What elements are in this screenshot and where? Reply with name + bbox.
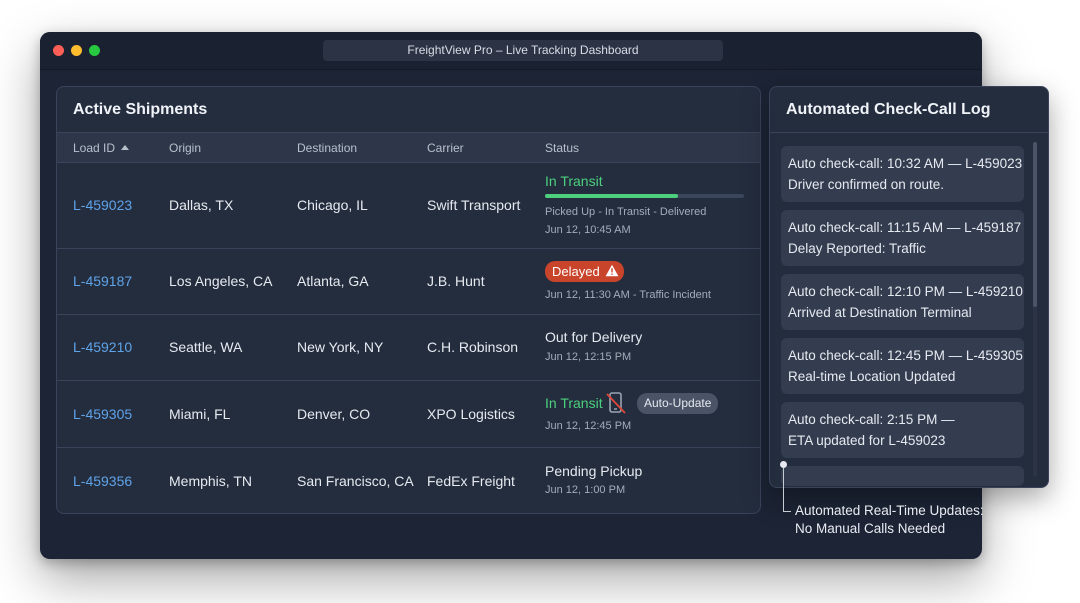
sort-ascending-icon: [121, 145, 130, 150]
callout-heading: Automated Real-Time Updates:: [795, 503, 984, 518]
destination-cell: Atlanta, GA: [297, 273, 369, 289]
table-row[interactable]: L-459023 Dallas, TX Chicago, IL Swift Tr…: [57, 162, 760, 249]
status-timestamp: Jun 12, 10:45 AM: [545, 224, 631, 236]
log-entry[interactable]: Auto check-call: 12:45 PM — L-459305 Rea…: [781, 338, 1024, 394]
status-in-transit: In Transit: [545, 173, 603, 189]
column-header-origin[interactable]: Origin: [169, 141, 201, 155]
route-progress-fill: [545, 194, 679, 198]
log-entry-detail: Arrived at Destination Terminal: [788, 305, 972, 320]
log-entry-detail: Driver confirmed on route.: [788, 177, 945, 192]
destination-cell: Denver, CO: [297, 406, 371, 422]
title-bar: FreightView Pro – Live Tracking Dashboar…: [40, 32, 982, 70]
check-call-log-title: Automated Check-Call Log: [786, 101, 991, 118]
auto-update-badge: Auto-Update: [637, 393, 719, 414]
carrier-cell: J.B. Hunt: [427, 273, 485, 289]
load-id-link[interactable]: L-459210: [73, 339, 132, 355]
origin-cell: Seattle, WA: [169, 339, 243, 355]
column-header-status[interactable]: Status: [545, 141, 579, 155]
callout-line: [783, 511, 791, 512]
status-delayed-badge: Delayed: [545, 261, 624, 282]
table-row[interactable]: L-459210 Seattle, WA New York, NY C.H. R…: [57, 315, 760, 381]
log-entry[interactable]: [781, 466, 1024, 486]
check-call-log-panel: Automated Check-Call Log Auto check-call…: [769, 86, 1049, 488]
status-timestamp: Jun 12, 1:00 PM: [545, 484, 626, 496]
callout-line: [783, 468, 784, 512]
route-progress-bar: [545, 194, 744, 198]
window-title: FreightView Pro – Live Tracking Dashboar…: [323, 40, 723, 61]
log-entry[interactable]: Auto check-call: 12:10 PM — L-459210 Arr…: [781, 274, 1024, 330]
warning-triangle-icon: [605, 264, 619, 277]
column-header-load-id[interactable]: Load ID: [73, 141, 130, 155]
log-entry-heading: Auto check-call: 10:32 AM — L-459023: [788, 156, 1023, 171]
status-timestamp: Jun 12, 11:30 AM - Traffic Incident: [545, 289, 711, 301]
column-header-carrier[interactable]: Carrier: [427, 141, 464, 155]
maximize-window-button[interactable]: [89, 45, 100, 56]
destination-cell: New York, NY: [297, 339, 384, 355]
load-id-link[interactable]: L-459023: [73, 197, 132, 213]
minimize-window-button[interactable]: [71, 45, 82, 56]
close-window-button[interactable]: [53, 45, 64, 56]
table-row[interactable]: L-459356 Memphis, TN San Francisco, CA F…: [57, 448, 760, 513]
log-scrollbar[interactable]: [1033, 142, 1037, 477]
table-row[interactable]: L-459305 Miami, FL Denver, CO XPO Logist…: [57, 381, 760, 448]
log-entry[interactable]: Auto check-call: 11:15 AM — L-459187 Del…: [781, 210, 1024, 266]
origin-cell: Dallas, TX: [169, 197, 234, 213]
origin-cell: Miami, FL: [169, 406, 231, 422]
column-header-destination[interactable]: Destination: [297, 141, 357, 155]
log-entry[interactable]: Auto check-call: 10:32 AM — L-459023 Dri…: [781, 146, 1024, 202]
carrier-cell: Swift Transport: [427, 197, 521, 213]
log-scroll-thumb[interactable]: [1033, 142, 1037, 307]
status-in-transit: In Transit: [545, 395, 603, 411]
origin-cell: Los Angeles, CA: [169, 273, 273, 289]
load-id-link[interactable]: L-459187: [73, 273, 132, 289]
carrier-cell: C.H. Robinson: [427, 339, 519, 355]
route-steps: Picked Up - In Transit - Delivered: [545, 206, 707, 218]
carrier-cell: XPO Logistics: [427, 406, 515, 422]
destination-cell: San Francisco, CA: [297, 473, 414, 489]
table-row[interactable]: L-459187 Los Angeles, CA Atlanta, GA J.B…: [57, 249, 760, 315]
destination-cell: Chicago, IL: [297, 197, 368, 213]
callout-subtext: No Manual Calls Needed: [795, 521, 946, 536]
log-entry-heading: Auto check-call: 12:45 PM — L-459305: [788, 348, 1023, 363]
status-timestamp: Jun 12, 12:45 PM: [545, 420, 632, 432]
log-entry[interactable]: Auto check-call: 2:15 PM — ETA updated f…: [781, 402, 1024, 458]
log-entry-heading: Auto check-call: 11:15 AM — L-459187: [788, 220, 1022, 235]
callout-marker: [780, 461, 787, 468]
log-entry-heading: Auto check-call: 2:15 PM —: [788, 412, 955, 427]
log-entry-detail: Delay Reported: Traffic: [788, 241, 926, 256]
table-header: Load ID Origin Destination Carrier Statu…: [57, 132, 760, 163]
origin-cell: Memphis, TN: [169, 473, 252, 489]
status-pending-pickup: Pending Pickup: [545, 463, 643, 479]
divider: [770, 132, 1048, 133]
status-out-for-delivery: Out for Delivery: [545, 329, 643, 345]
active-shipments-title: Active Shipments: [73, 101, 208, 118]
log-entry-detail: ETA updated for L-459023: [788, 433, 946, 448]
active-shipments-panel: Active Shipments Load ID Origin Destinat…: [56, 86, 761, 514]
phone-off-icon: [606, 392, 626, 414]
carrier-cell: FedEx Freight: [427, 473, 515, 489]
log-entry-detail: Real-time Location Updated: [788, 369, 956, 384]
load-id-link[interactable]: L-459356: [73, 473, 132, 489]
load-id-link[interactable]: L-459305: [73, 406, 132, 422]
log-entry-heading: Auto check-call: 12:10 PM — L-459210: [788, 284, 1023, 299]
status-timestamp: Jun 12, 12:15 PM: [545, 351, 632, 363]
